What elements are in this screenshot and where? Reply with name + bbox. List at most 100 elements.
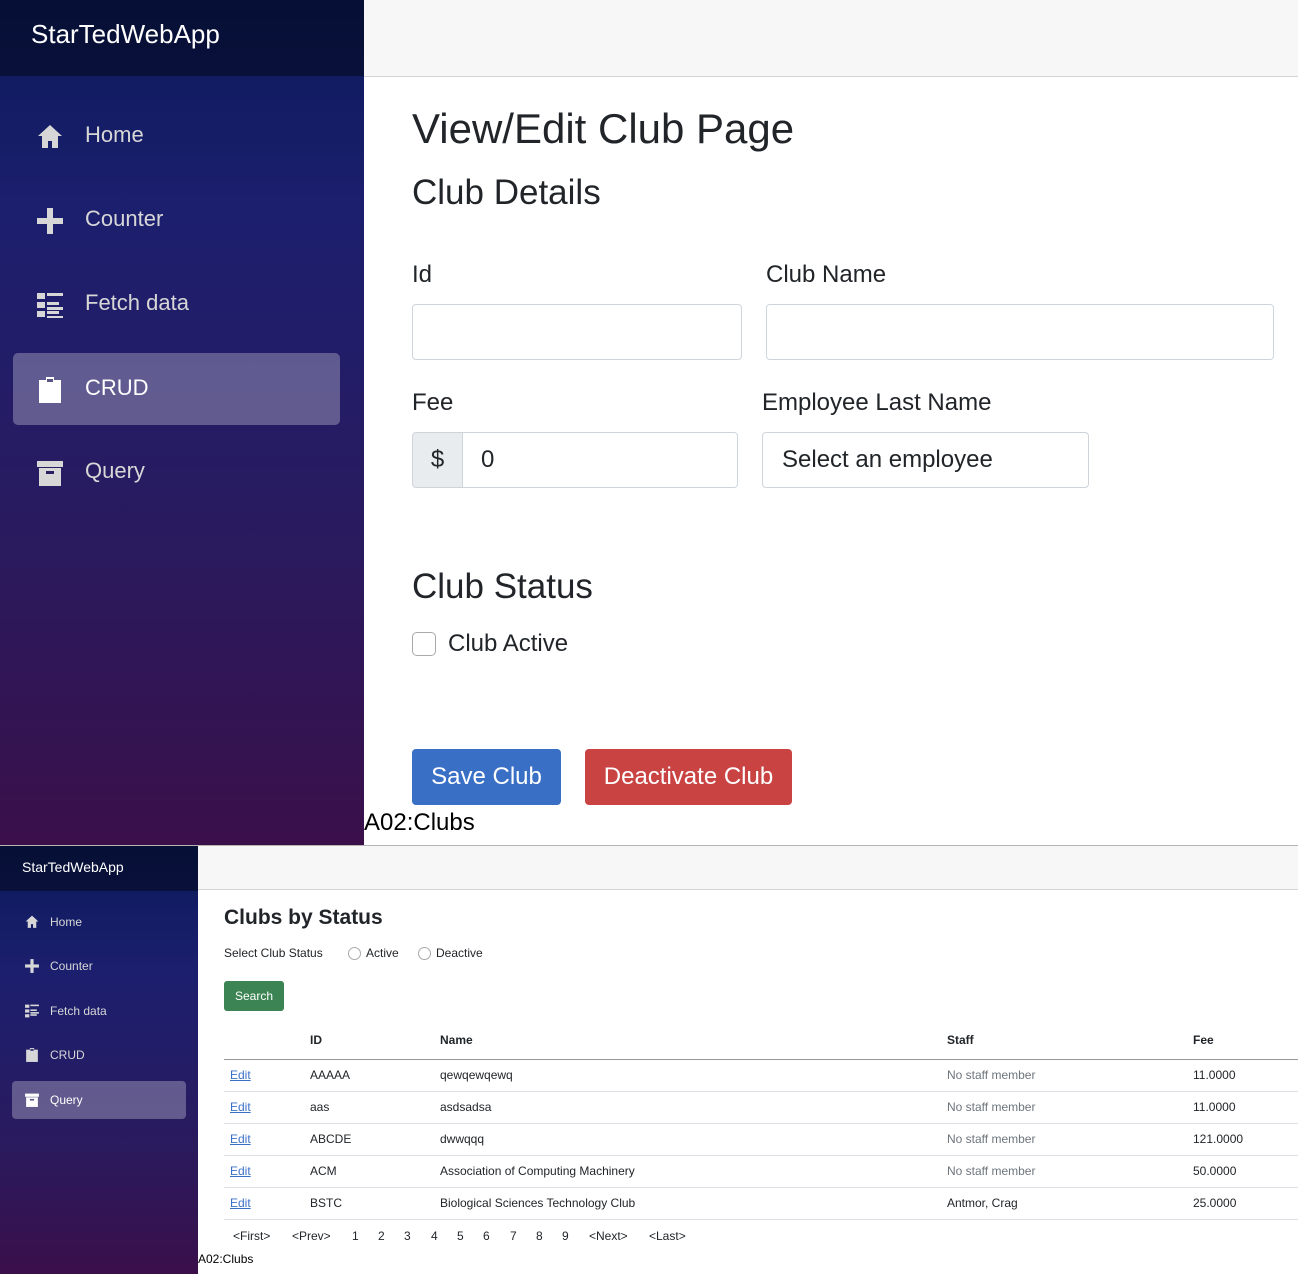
pager-page-7[interactable]: 7 bbox=[510, 1229, 517, 1243]
edit-link[interactable]: Edit bbox=[230, 1068, 251, 1082]
nav-item-fetch-data[interactable]: Fetch data bbox=[13, 268, 340, 340]
radio-deactive[interactable] bbox=[418, 947, 431, 960]
cell-id: BSTC bbox=[310, 1187, 440, 1220]
pager-page-1[interactable]: 1 bbox=[352, 1229, 359, 1243]
clubs-table: ID Name Staff Fee Edit AAAAA qewqewqewq … bbox=[224, 1021, 1298, 1220]
nav-item-query[interactable]: Query bbox=[12, 1081, 186, 1119]
search-button[interactable]: Search bbox=[224, 981, 284, 1011]
radio-active-label[interactable]: Active bbox=[366, 946, 399, 960]
pager-page-2[interactable]: 2 bbox=[378, 1229, 385, 1243]
nav-label-fetch-data: Fetch data bbox=[85, 290, 189, 315]
pager-page-8[interactable]: 8 bbox=[536, 1229, 543, 1243]
club-active-checkbox[interactable] bbox=[412, 632, 436, 656]
edit-club-screen: StarTedWebApp Home Counter Fetch data CR… bbox=[0, 0, 1298, 845]
nav-label-query: Query bbox=[85, 458, 145, 483]
employee-select[interactable]: Select an employee bbox=[762, 432, 1089, 488]
table-header-row: ID Name Staff Fee bbox=[224, 1021, 1298, 1060]
nav-item-fetch-data[interactable]: Fetch data bbox=[12, 992, 186, 1030]
nav-item-home[interactable]: Home bbox=[12, 903, 186, 941]
nav-label-home: Home bbox=[50, 915, 83, 929]
home-icon bbox=[38, 125, 62, 148]
nav-label-counter: Counter bbox=[85, 206, 164, 231]
sidebar: StarTedWebApp Home Counter Fetch data CR… bbox=[0, 846, 198, 1274]
pager-page-3[interactable]: 3 bbox=[404, 1229, 411, 1243]
cell-name: qewqewqewq bbox=[440, 1059, 947, 1092]
home-icon bbox=[25, 915, 39, 928]
club-name-label: Club Name bbox=[766, 261, 887, 288]
cell-staff: No staff member bbox=[947, 1091, 1193, 1124]
cell-id: ABCDE bbox=[310, 1123, 440, 1156]
edit-link[interactable]: Edit bbox=[230, 1100, 251, 1114]
page-title: Clubs by Status bbox=[224, 906, 383, 929]
edit-link[interactable]: Edit bbox=[230, 1132, 251, 1146]
pager-next[interactable]: <Next> bbox=[589, 1229, 628, 1243]
radio-deactive-label[interactable]: Deactive bbox=[436, 946, 483, 960]
column-header-id: ID bbox=[310, 1021, 440, 1060]
nav-label-crud: CRUD bbox=[50, 1048, 85, 1062]
clipboard-icon bbox=[39, 377, 61, 403]
column-header-name: Name bbox=[440, 1021, 947, 1060]
pager-page-4[interactable]: 4 bbox=[431, 1229, 438, 1243]
employee-label: Employee Last Name bbox=[762, 389, 992, 416]
id-label: Id bbox=[412, 261, 433, 288]
pager-page-9[interactable]: 9 bbox=[562, 1229, 569, 1243]
pager-first[interactable]: <First> bbox=[233, 1229, 270, 1243]
top-bar bbox=[364, 0, 1298, 77]
fee-label: Fee bbox=[412, 389, 454, 416]
edit-link[interactable]: Edit bbox=[230, 1196, 251, 1210]
list-icon bbox=[37, 293, 63, 318]
nav-item-crud[interactable]: CRUD bbox=[12, 1036, 186, 1074]
table-row: Edit BSTC Biological Sciences Technology… bbox=[224, 1187, 1298, 1220]
column-header-edit bbox=[224, 1021, 310, 1060]
top-bar bbox=[198, 846, 1298, 890]
nav-label-fetch-data: Fetch data bbox=[50, 1004, 107, 1018]
brand-name[interactable]: StarTedWebApp bbox=[31, 19, 220, 50]
select-status-label: Select Club Status bbox=[224, 946, 323, 960]
nav-item-query[interactable]: Query bbox=[13, 436, 340, 508]
clipboard-icon bbox=[26, 1048, 38, 1062]
main-content: View/Edit Club Page Club Details Id Club… bbox=[364, 77, 1298, 845]
archive-icon bbox=[37, 461, 63, 486]
section-club-status: Club Status bbox=[412, 567, 593, 606]
cell-name: asdsadsa bbox=[440, 1091, 947, 1124]
cell-id: AAAAA bbox=[310, 1059, 440, 1092]
currency-addon: $ bbox=[412, 432, 463, 488]
cell-fee: 11.0000 bbox=[1193, 1059, 1298, 1092]
nav-item-crud[interactable]: CRUD bbox=[13, 353, 340, 425]
caption: A02:Clubs bbox=[364, 809, 475, 836]
pager-last[interactable]: <Last> bbox=[649, 1229, 686, 1243]
cell-fee: 121.0000 bbox=[1193, 1123, 1298, 1156]
list-icon bbox=[25, 1004, 39, 1018]
plus-icon bbox=[37, 208, 63, 234]
table-row: Edit AAAAA qewqewqewq No staff member 11… bbox=[224, 1059, 1298, 1092]
pager-page-6[interactable]: 6 bbox=[483, 1229, 490, 1243]
save-club-button[interactable]: Save Club bbox=[412, 749, 561, 805]
nav-item-counter[interactable]: Counter bbox=[12, 947, 186, 985]
cell-fee: 25.0000 bbox=[1193, 1187, 1298, 1220]
brand-bar: StarTedWebApp bbox=[0, 0, 364, 76]
plus-icon bbox=[25, 959, 39, 973]
fee-field[interactable] bbox=[462, 432, 738, 488]
id-field[interactable] bbox=[412, 304, 742, 360]
cell-staff: No staff member bbox=[947, 1059, 1193, 1092]
pager-prev[interactable]: <Prev> bbox=[292, 1229, 331, 1243]
edit-link[interactable]: Edit bbox=[230, 1164, 251, 1178]
nav-item-home[interactable]: Home bbox=[13, 100, 340, 172]
deactivate-club-button[interactable]: Deactivate Club bbox=[585, 749, 792, 805]
table-row: Edit ACM Association of Computing Machin… bbox=[224, 1155, 1298, 1188]
cell-name: dwwqqq bbox=[440, 1123, 947, 1156]
nav-item-counter[interactable]: Counter bbox=[13, 184, 340, 256]
radio-active[interactable] bbox=[348, 947, 361, 960]
section-club-details: Club Details bbox=[412, 173, 601, 212]
club-active-label[interactable]: Club Active bbox=[448, 630, 568, 658]
nav-label-crud: CRUD bbox=[85, 375, 149, 400]
club-name-field[interactable] bbox=[766, 304, 1274, 360]
cell-fee: 11.0000 bbox=[1193, 1091, 1298, 1124]
cell-name: Association of Computing Machinery bbox=[440, 1155, 947, 1188]
brand-name[interactable]: StarTedWebApp bbox=[22, 859, 124, 875]
pager-page-5[interactable]: 5 bbox=[457, 1229, 464, 1243]
main-content: Clubs by Status Select Club Status Activ… bbox=[198, 890, 1298, 1274]
cell-staff: Antmor, Crag bbox=[947, 1187, 1193, 1220]
cell-id: ACM bbox=[310, 1155, 440, 1188]
table-row: Edit aas asdsadsa No staff member 11.000… bbox=[224, 1091, 1298, 1124]
